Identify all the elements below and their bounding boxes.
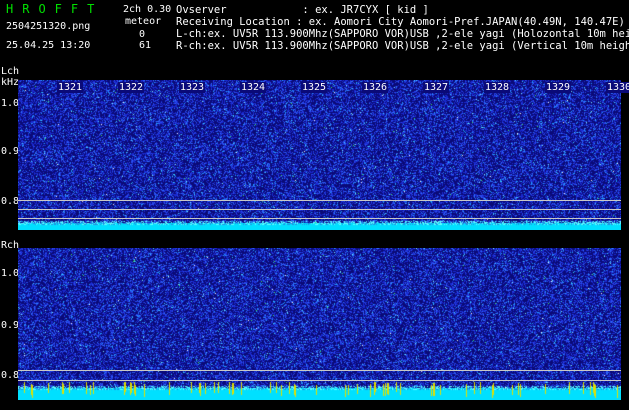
location-info: Receiving Location : ex. Aomori City Aom… (176, 16, 625, 28)
meteor-label: meteor (125, 16, 162, 27)
lch-unit-label: kHz (1, 77, 20, 88)
observer-info: Ovserver : ex. JR7CYX [ kid ] (176, 4, 429, 16)
time-tick-1323: 1323 (179, 82, 206, 93)
lch-channel-label: Lch (1, 66, 20, 77)
rch-spectrogram (18, 248, 621, 400)
time-tick-1329: 1329 (545, 82, 572, 93)
time-tick-1324: 1324 (240, 82, 267, 93)
rch-ytick-0-9: 0.9 (1, 320, 20, 331)
lch-ytick-1-0: 1.0 (1, 98, 20, 109)
lch-ytick-0-8: 0.8 (1, 196, 20, 207)
lch-spectrogram (18, 80, 621, 230)
time-tick-1321: 1321 (57, 82, 84, 93)
datetime-label: 25.04.25 13:20 (6, 40, 91, 51)
lch-marker-line-3 (18, 218, 621, 219)
time-tick-1322: 1322 (118, 82, 145, 93)
lch-ytick-0-9: 0.9 (1, 146, 20, 157)
time-tick-1328: 1328 (484, 82, 511, 93)
time-tick-1325: 1325 (301, 82, 328, 93)
app-title: HROFFT (6, 2, 104, 16)
time-tick-1330: 1330 (606, 82, 629, 93)
meteor-count-rch: 61 (139, 40, 152, 51)
filename-label: 2504251320.png (6, 21, 91, 32)
time-tick-1327: 1327 (423, 82, 450, 93)
meteor-count-lch: 0 (139, 29, 146, 40)
rch-marker-line-2 (18, 380, 621, 381)
rch-info: R-ch:ex. UV5R 113.900Mhz(SAPPORO VOR)USB… (176, 40, 629, 52)
time-tick-1326: 1326 (362, 82, 389, 93)
lch-marker-line-1 (18, 200, 621, 201)
lch-marker-line-2 (18, 209, 621, 210)
rch-channel-label: Rch (1, 240, 20, 251)
mode-label: 2ch 0.30 (123, 4, 172, 15)
rch-marker-line-1 (18, 370, 621, 371)
rch-ytick-0-8: 0.8 (1, 370, 20, 381)
lch-info: L-ch:ex. UV5R 113.900Mhz(SAPPORO VOR)USB… (176, 28, 629, 40)
rch-ytick-1-0: 1.0 (1, 268, 20, 279)
